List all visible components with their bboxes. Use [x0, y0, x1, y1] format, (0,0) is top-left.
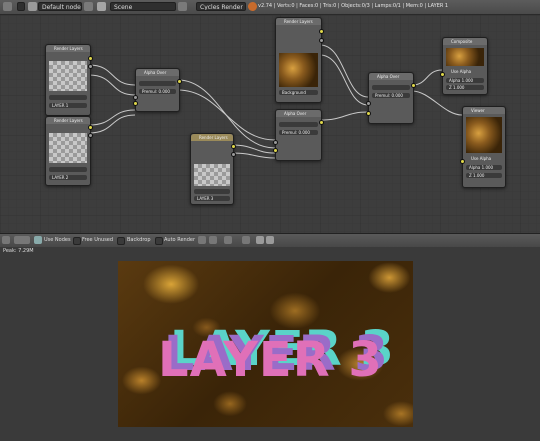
add-scene-icon[interactable]: [178, 2, 187, 11]
input-socket[interactable]: [273, 140, 278, 145]
node-buttons[interactable]: [49, 167, 87, 172]
mix-type-select[interactable]: [279, 122, 318, 127]
node-header[interactable]: Viewer: [463, 107, 505, 114]
node-header[interactable]: Composite: [443, 38, 487, 45]
scene-icon[interactable]: [97, 2, 106, 11]
preview-thumbnail: [49, 61, 87, 91]
snap-icon[interactable]: [242, 236, 250, 244]
output-socket[interactable]: [177, 79, 182, 84]
image-viewer[interactable]: Peak: 7.29M LAYER 3 LAYER 3 LAYER 3: [0, 247, 540, 441]
alpha-field[interactable]: Alpha 1.000: [466, 165, 502, 170]
output-socket[interactable]: [88, 125, 93, 130]
output-socket[interactable]: [319, 29, 324, 34]
node-header[interactable]: Alpha Over: [276, 110, 321, 117]
auto-render-checkbox-box[interactable]: [155, 237, 163, 245]
info-header: Default nodes Scene Cycles Render v2.74 …: [0, 0, 540, 15]
composite-preview: [446, 48, 484, 66]
input-socket[interactable]: [273, 148, 278, 153]
output-socket[interactable]: [319, 38, 324, 43]
node-editor-header: Use Nodes Free Unused Backdrop Auto Rend…: [0, 233, 540, 248]
free-unused-checkbox[interactable]: Free Unused: [82, 237, 113, 243]
render-layers-node-c[interactable]: Render Layers LAYER 3: [190, 133, 236, 205]
free-unused-checkbox-box[interactable]: [73, 237, 81, 245]
render-layers-node-b[interactable]: Render Layers LAYER 2: [45, 116, 93, 186]
output-socket[interactable]: [231, 144, 236, 149]
output-socket[interactable]: [88, 64, 93, 69]
viewer-node[interactable]: Viewer Use Alpha Alpha 1.000 Z 1.000: [460, 106, 506, 188]
peak-memory: Peak: 7.29M: [3, 248, 34, 254]
image-thumbnail: [279, 53, 318, 87]
premul-field[interactable]: Premul: 0.000: [372, 93, 410, 98]
output-socket[interactable]: [88, 133, 93, 138]
render-layers-node-a[interactable]: Render Layers LAYER 1: [45, 44, 93, 116]
node-header[interactable]: Alpha Over: [369, 73, 413, 80]
layer-select[interactable]: LAYER 1: [49, 103, 87, 108]
output-socket[interactable]: [411, 83, 416, 88]
alpha-over-node-2[interactable]: Alpha Over Premul: 0.000: [273, 109, 324, 161]
scene-stats: v2.74 | Verts:0 | Faces:0 | Tris:0 | Obj…: [258, 3, 449, 9]
input-socket[interactable]: [366, 101, 371, 106]
z-field[interactable]: Z 1.000: [466, 173, 502, 178]
backdrop-checkbox[interactable]: Backdrop: [127, 237, 151, 243]
node-tree-type-icon[interactable]: [34, 236, 42, 244]
layer-select[interactable]: LAYER 3: [194, 196, 230, 201]
use-alpha-checkbox[interactable]: Use Alpha: [451, 69, 471, 74]
input-socket[interactable]: [440, 72, 445, 77]
screen-layout-icon[interactable]: [28, 2, 37, 11]
mix-type-select[interactable]: [139, 81, 176, 86]
input-socket[interactable]: [133, 95, 138, 100]
node-header[interactable]: Render Layers: [46, 45, 90, 52]
screen-layout-select[interactable]: Default nodes: [38, 2, 82, 11]
alpha-field[interactable]: Alpha 1.000: [446, 78, 484, 83]
layer-select[interactable]: LAYER 2: [49, 175, 87, 180]
render-engine-select[interactable]: Cycles Render: [196, 2, 246, 11]
image-select[interactable]: Background: [279, 90, 318, 95]
blender-logo-icon: [248, 2, 257, 11]
paste-icon[interactable]: [266, 236, 274, 244]
node-header[interactable]: Alpha Over: [136, 69, 179, 76]
node-buttons[interactable]: [49, 95, 87, 100]
node-header[interactable]: Render Layers: [191, 134, 233, 141]
use-alpha-checkbox[interactable]: Use Alpha: [471, 156, 491, 161]
input-socket[interactable]: [133, 101, 138, 106]
use-nodes-checkbox[interactable]: Use Nodes: [44, 237, 71, 243]
composite-node[interactable]: Composite Use Alpha Alpha 1.000 Z 1.000: [440, 37, 488, 95]
menu-icon[interactable]: [14, 236, 30, 244]
scene-select[interactable]: Scene: [110, 2, 176, 11]
premul-field[interactable]: Premul: 0.000: [279, 130, 318, 135]
input-socket[interactable]: [366, 111, 371, 116]
node-header[interactable]: Render Layers: [276, 18, 321, 25]
image-node[interactable]: Render Layers Background: [275, 17, 324, 103]
editor-type-icon[interactable]: [2, 236, 10, 244]
channel-icon[interactable]: [209, 236, 217, 244]
channel-icon[interactable]: [198, 236, 206, 244]
render-result: LAYER 3 LAYER 3 LAYER 3: [118, 261, 413, 427]
auto-render-checkbox[interactable]: Auto Render: [164, 237, 195, 243]
add-screen-icon[interactable]: [84, 2, 93, 11]
alpha-over-node-1[interactable]: Alpha Over Premul: 0.000: [133, 68, 182, 112]
z-field[interactable]: Z 1.000: [446, 85, 484, 90]
render-text-pink: LAYER 3: [158, 332, 383, 388]
output-socket[interactable]: [88, 56, 93, 61]
output-socket[interactable]: [319, 120, 324, 125]
node-buttons[interactable]: [194, 189, 230, 194]
menu-icon[interactable]: [17, 2, 25, 11]
viewer-preview: [466, 117, 502, 153]
pin-icon[interactable]: [224, 236, 232, 244]
premul-field[interactable]: Premul: 0.000: [139, 89, 176, 94]
output-socket[interactable]: [231, 152, 236, 157]
mix-type-select[interactable]: [372, 85, 410, 90]
preview-thumbnail: [194, 164, 230, 186]
input-socket[interactable]: [460, 159, 465, 164]
preview-thumbnail: [49, 133, 87, 163]
alpha-over-node-3[interactable]: Alpha Over Premul: 0.000: [366, 72, 416, 124]
editor-type-icon[interactable]: [3, 2, 12, 11]
backdrop-checkbox-box[interactable]: [117, 237, 125, 245]
node-header[interactable]: Render Layers: [46, 117, 90, 124]
copy-icon[interactable]: [256, 236, 264, 244]
node-editor[interactable]: Render Layers LAYER 1 Render Layers LAYE…: [0, 15, 540, 233]
